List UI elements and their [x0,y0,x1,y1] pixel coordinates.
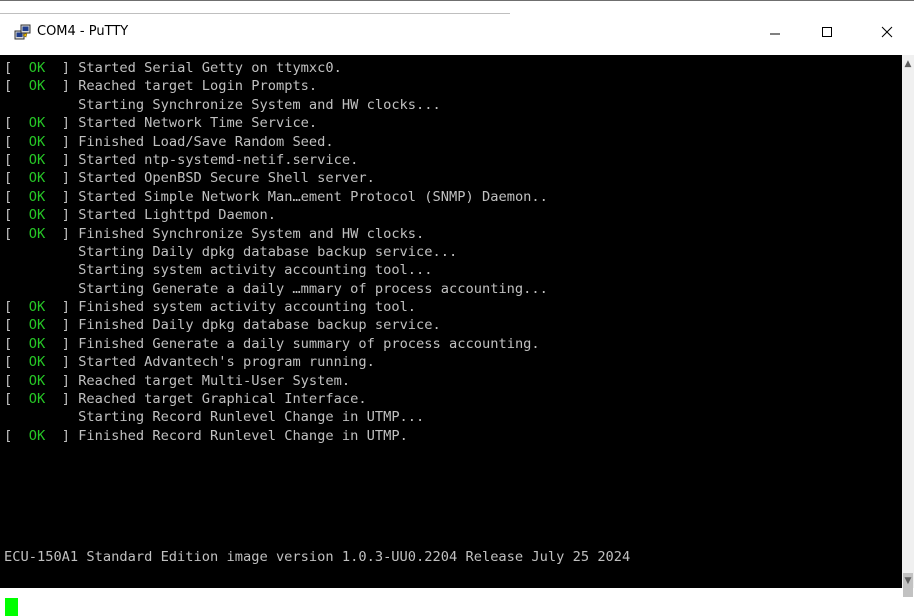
ok-status: OK [28,207,46,224]
status-prefix: [ OK ] [4,207,79,224]
status-prefix [4,244,78,260]
terminal-screen[interactable]: [ OK ] Started Serial Getty on ttymxc0.[… [0,55,902,616]
image-version-banner: ECU-150A1 Standard Edition image version… [4,549,631,565]
status-prefix: [ OK ] [4,60,79,76]
status-prefix [4,262,78,278]
terminal-line: [ OK ] Reached target Graphical Interfac… [4,390,548,408]
terminal-line: [ OK ] Started Network Time Service. [4,114,548,132]
terminal-line: [ OK ] Finished Load/Save Random Seed. [4,133,548,151]
log-message: Reached target Multi-User System. [78,372,351,389]
log-message: Starting Daily dpkg database backup serv… [78,243,458,260]
status-prefix: [ OK ] [4,354,79,371]
terminal-line: [ OK ] Started Simple Network Man…ement … [4,188,548,206]
maximize-icon [822,27,832,37]
ok-status: OK [28,354,46,371]
terminal-line: [ OK ] Finished Record Runlevel Change i… [4,427,548,445]
ok-status: OK [28,115,46,132]
putty-icon[interactable] [14,24,32,42]
log-message: Starting Generate a daily …mmary of proc… [78,280,548,297]
scroll-down-icon[interactable]: ▼ [902,574,914,588]
terminal-line: Starting Daily dpkg database backup serv… [4,243,548,261]
ok-status: OK [28,78,46,95]
status-prefix: [ OK ] [4,335,79,352]
terminal-line: [ OK ] Started Advantech's program runni… [4,353,548,371]
status-prefix: [ OK ] [4,372,79,389]
terminal-line: [ OK ] Started ntp-systemd-netif.service… [4,151,548,169]
log-message: Finished Load/Save Random Seed. [78,133,334,150]
terminal-line: Starting Record Runlevel Change in UTMP.… [4,408,548,426]
terminal-cursor [5,598,18,616]
terminal-line: Starting system activity accounting tool… [4,261,548,279]
log-message: Finished Synchronize System and HW clock… [78,225,425,242]
status-prefix: [ OK ] [4,78,79,95]
minimize-button[interactable] [752,14,798,50]
ok-status: OK [28,317,46,334]
terminal-line: [ OK ] Reached target Multi-User System. [4,372,548,390]
log-message: Started Serial Getty on ttymxc0. [78,60,342,76]
terminal-line: [ OK ] Finished system activity accounti… [4,298,548,316]
terminal-line: Starting Generate a daily …mmary of proc… [4,280,548,298]
log-message: Started Advantech's program running. [78,354,375,371]
maximize-button[interactable] [804,14,850,50]
ok-status: OK [28,133,46,150]
log-message: Started ntp-systemd-netif.service. [78,151,359,168]
status-prefix: [ OK ] [4,225,79,242]
terminal-line: [ OK ] Started OpenBSD Secure Shell serv… [4,169,548,187]
status-prefix: [ OK ] [4,188,79,205]
scroll-up-icon[interactable]: ▲ [902,57,914,71]
terminal-line: [ OK ] Finished Synchronize System and H… [4,225,548,243]
ok-status: OK [28,151,46,168]
ok-status: OK [28,391,46,408]
log-message: Started Network Time Service. [78,115,318,132]
window-title: COM4 - PuTTY [37,24,129,39]
vertical-scrollbar[interactable]: ▲ ▼ [902,55,914,597]
status-prefix: [ OK ] [4,151,79,168]
status-prefix [4,97,78,113]
log-message: Finished Daily dpkg database backup serv… [78,317,441,334]
log-message: Started Simple Network Man…ement Protoco… [78,188,548,205]
terminal-line: [ OK ] Started Lighttpd Daemon. [4,206,548,224]
status-prefix: [ OK ] [4,317,79,334]
close-icon [881,26,893,38]
ok-status: OK [28,188,46,205]
status-prefix [4,409,78,425]
log-message: Starting Synchronize System and HW clock… [78,96,441,113]
ok-status: OK [28,372,46,389]
terminal-line: Starting Synchronize System and HW clock… [4,96,548,114]
terminal-output: [ OK ] Started Serial Getty on ttymxc0.[… [4,59,548,445]
status-prefix: [ OK ] [4,170,79,187]
status-prefix [4,281,78,297]
status-prefix: [ OK ] [4,427,79,444]
log-message: Started Lighttpd Daemon. [78,207,276,224]
ok-status: OK [28,427,46,444]
log-message: Finished system activity accounting tool… [78,299,417,316]
ok-status: OK [28,225,46,242]
log-message: Started OpenBSD Secure Shell server. [78,170,375,187]
status-prefix: [ OK ] [4,299,79,316]
previous-window-edge [0,1,510,14]
ok-status: OK [28,170,46,187]
log-message: Finished Generate a daily summary of pro… [78,335,540,352]
status-prefix: [ OK ] [4,133,79,150]
close-button[interactable] [860,14,914,50]
terminal-line: [ OK ] Started Serial Getty on ttymxc0. [4,59,548,77]
status-prefix: [ OK ] [4,115,79,132]
ok-status: OK [28,299,46,316]
log-message: Starting Record Runlevel Change in UTMP.… [78,409,425,426]
terminal-line: [ OK ] Reached target Login Prompts. [4,77,548,95]
log-message: Reached target Graphical Interface. [78,391,367,408]
terminal-line: [ OK ] Finished Daily dpkg database back… [4,316,548,334]
status-prefix: [ OK ] [4,391,79,408]
log-message: Starting system activity accounting tool… [78,262,433,279]
log-message: Reached target Login Prompts. [78,78,318,95]
log-message: Finished Record Runlevel Change in UTMP. [78,427,408,444]
ok-status: OK [28,60,46,76]
terminal-line: [ OK ] Finished Generate a daily summary… [4,335,548,353]
title-bar[interactable]: COM4 - PuTTY [0,0,914,55]
ok-status: OK [28,335,46,352]
minimize-icon [770,33,780,35]
